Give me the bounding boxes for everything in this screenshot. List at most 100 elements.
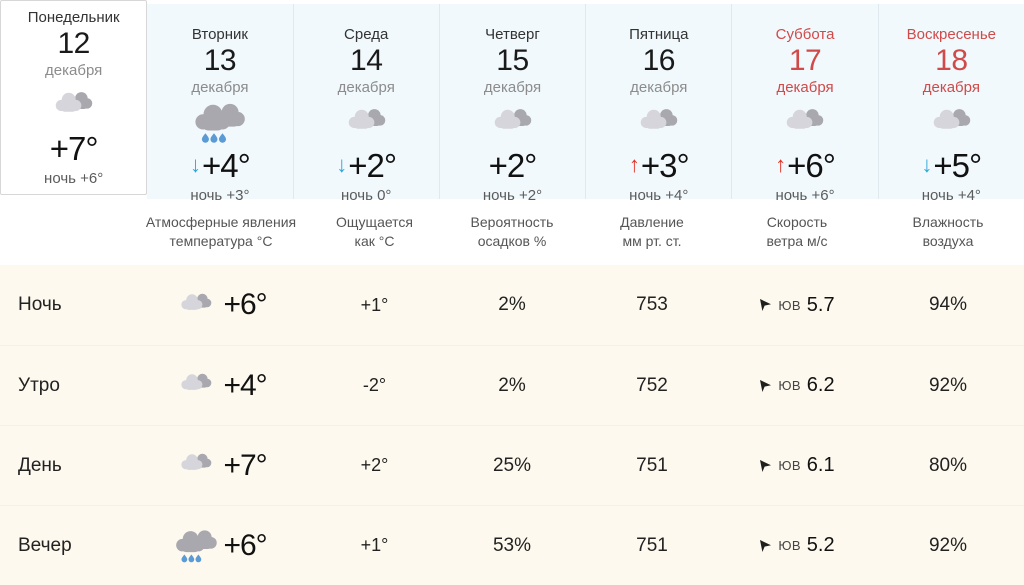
cell-humidity: 92% [872, 375, 1024, 397]
header-wind-line1: Скорость [766, 214, 828, 230]
wind-direction-label: ЮВ [778, 458, 801, 473]
wind-speed-value: 5.7 [806, 293, 835, 316]
humidity-value: 92% [928, 534, 968, 556]
day-weekday: Воскресенье [906, 26, 997, 43]
day-number: 18 [935, 44, 968, 77]
day-night-temperature: ночь +4° [629, 187, 689, 204]
header-humidity-line1: Влажность [912, 214, 984, 230]
day-weekday: Суббота [775, 26, 835, 43]
phenomena-temperature: +7° [223, 448, 267, 482]
day-month: декабря [337, 79, 395, 96]
pressure-value: 751 [636, 534, 668, 556]
phenomena-temperature: +6° [223, 528, 267, 562]
header-phenomena: Атмосферные явления температура °C [135, 213, 307, 251]
day-temperature-row: +7° [1, 131, 146, 167]
day-night-temperature: ночь +6° [44, 170, 104, 187]
cell-precipitation: 2% [442, 375, 582, 397]
header-feels-like: Ощущается как °C [307, 213, 442, 251]
day-temperature: +2° [488, 147, 538, 184]
table-row: День +7° +2° 25% 751 ЮВ 6.1 80% [0, 425, 1024, 505]
cell-pressure: 751 [582, 535, 722, 557]
table-row: Вечер +6° +1° 53% 751 ЮВ 5.2 92% [0, 505, 1024, 585]
header-phenomena-line2: температура °C [169, 233, 273, 249]
cell-phenomena: +6° [135, 289, 307, 321]
table-body: Ночь +6° +1° 2% 753 ЮВ 5.7 94% Утро +4° -2° 2% 752 ЮВ… [0, 265, 1024, 585]
day-number: 17 [788, 44, 822, 77]
day-month: декабря [191, 79, 249, 96]
temperature-trend-icon: ↓ [921, 152, 933, 177]
feels-like-value: +1° [360, 535, 389, 555]
cloudy-icon [440, 100, 585, 146]
header-precip-line2: осадков % [477, 233, 547, 249]
header-humidity: Влажность воздуха [872, 213, 1024, 251]
wind-direction-label: ЮВ [778, 378, 801, 393]
header-precipitation: Вероятность осадков % [442, 213, 582, 251]
day-card[interactable]: Четверг 15 декабря +2° ночь +2° [439, 4, 587, 204]
day-card[interactable]: Среда 14 декабря ↓ +2° ночь 0° [293, 4, 440, 204]
day-night-temperature: ночь +3° [190, 187, 250, 204]
day-card[interactable]: Суббота 17 декабря ↑ +6° ночь +6° [732, 4, 879, 204]
pressure-value: 753 [636, 294, 668, 315]
day-card[interactable]: Пятница 16 декабря ↑ +3° ночь +4° [586, 4, 733, 204]
cell-phenomena: +7° [135, 448, 307, 482]
day-temperature: +3° [640, 147, 690, 184]
cloudy-icon [1, 83, 146, 129]
cell-wind: ЮВ 6.1 [722, 454, 872, 477]
phenomena-temperature: +4° [223, 368, 267, 402]
period-label: День [18, 454, 62, 476]
wind-speed-value: 6.2 [806, 374, 835, 396]
day-card[interactable]: Воскресенье 18 декабря ↓ +5° ночь +4° [878, 4, 1024, 204]
rain-cloud-icon [147, 100, 292, 146]
cell-wind: ЮВ 5.2 [722, 534, 872, 557]
wind-direction-arrow-icon [759, 298, 772, 312]
cell-phenomena: +6° [135, 528, 307, 564]
phenomena-temperature: +6° [223, 288, 267, 321]
precipitation-value: 53% [492, 534, 532, 556]
cell-humidity: 92% [872, 535, 1024, 557]
cell-humidity: 94% [872, 294, 1024, 316]
wind-direction-arrow-icon [759, 379, 772, 393]
day-temperature-row: ↓ +5° [879, 148, 1024, 184]
cell-feels-like: +2° [307, 455, 442, 476]
day-card[interactable]: Понедельник 12 декабря +7° ночь +6° [0, 0, 148, 195]
cell-pressure: 751 [582, 455, 722, 477]
day-month: декабря [483, 79, 542, 96]
day-weekday: Среда [344, 26, 389, 43]
day-weekday: Четверг [485, 26, 540, 43]
day-temperature: +4° [202, 147, 251, 184]
cloudy-icon [175, 372, 217, 399]
cell-feels-like: +1° [307, 295, 442, 316]
day-temperature: +6° [787, 147, 836, 184]
header-pressure-line1: Давление [620, 214, 684, 230]
wind-direction-arrow-icon [759, 459, 772, 473]
period-label: Утро [18, 374, 60, 396]
cell-precipitation: 25% [442, 455, 582, 477]
day-weekday: Пятница [629, 26, 689, 43]
table-row: Ночь +6° +1° 2% 753 ЮВ 5.7 94% [0, 265, 1024, 345]
wind-direction-label: ЮВ [778, 538, 801, 553]
pressure-value: 752 [636, 374, 668, 396]
cell-precipitation: 53% [442, 535, 582, 557]
day-month: декабря [45, 62, 103, 79]
cell-period: Утро [0, 375, 135, 397]
feels-like-value: +1° [360, 294, 389, 315]
header-humidity-line2: воздуха [922, 233, 974, 249]
header-feels-line1: Ощущается [335, 214, 414, 230]
cloudy-icon [175, 452, 217, 479]
table-row: Утро +4° -2° 2% 752 ЮВ 6.2 92% [0, 345, 1024, 425]
header-wind-line2: ветра м/с [766, 233, 828, 249]
cell-precipitation: 2% [442, 294, 582, 316]
day-temperature: +7° [49, 130, 99, 167]
wind-speed-value: 5.2 [806, 534, 835, 556]
day-temperature: +2° [348, 147, 397, 184]
day-temperature-row: +2° [440, 148, 585, 184]
cloudy-icon [879, 100, 1024, 146]
header-wind-speed: Скорость ветра м/с [722, 213, 872, 251]
cell-period: Вечер [0, 535, 135, 557]
table-header-row: Атмосферные явления температура °C Ощуща… [0, 199, 1024, 265]
cloudy-icon [732, 100, 877, 146]
day-number: 16 [642, 44, 676, 77]
cloudy-icon [175, 292, 217, 319]
day-card[interactable]: Вторник 13 декабря ↓ +4° ночь +3° [147, 4, 294, 204]
precipitation-value: 2% [498, 374, 526, 396]
